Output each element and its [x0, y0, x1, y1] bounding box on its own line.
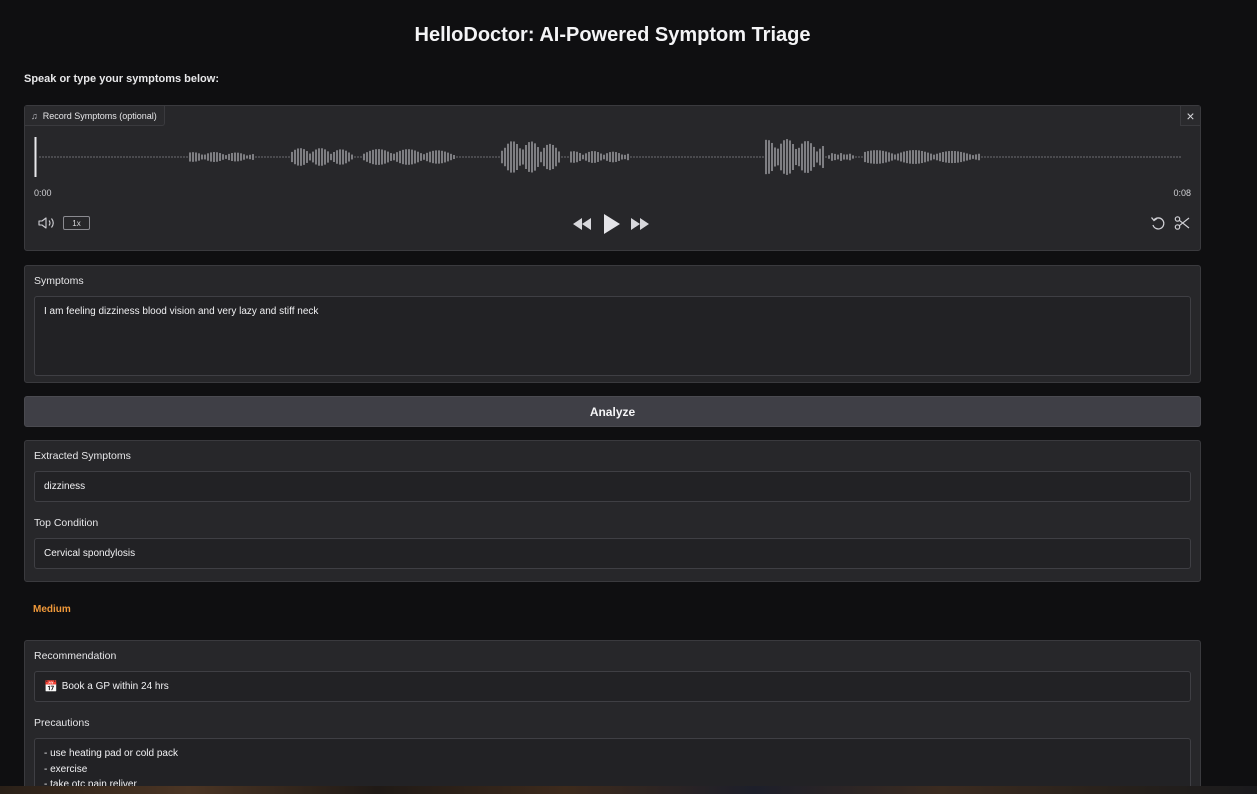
background-strip: [0, 786, 1257, 794]
playback-speed-button[interactable]: 1x: [63, 216, 90, 230]
scissors-icon[interactable]: [1174, 215, 1190, 231]
recommendation-label: Recommendation: [34, 650, 117, 662]
music-note-icon: ♫: [31, 110, 38, 121]
audio-label-text: Record Symptoms (optional): [42, 110, 157, 121]
transport-controls: [572, 212, 650, 236]
page-title: HelloDoctor: AI-Powered Symptom Triage: [414, 24, 811, 46]
results-panel: Extracted Symptoms dizziness Top Conditi…: [24, 440, 1201, 582]
symptoms-panel: Symptoms I am feeling dizziness blood vi…: [24, 265, 1201, 383]
precautions-label: Precautions: [34, 717, 90, 729]
top-condition-label: Top Condition: [34, 517, 99, 529]
recommendation-panel: Recommendation 📅 Book a GP within 24 hrs…: [24, 640, 1201, 794]
calendar-icon: 📅: [44, 681, 58, 693]
edit-tools: [1150, 215, 1190, 231]
time-start: 0:00: [34, 188, 52, 198]
recommendation-output[interactable]: 📅 Book a GP within 24 hrs: [34, 671, 1191, 702]
undo-icon[interactable]: [1150, 215, 1166, 231]
severity-badge: Medium: [33, 604, 71, 615]
audio-waveform[interactable]: [34, 135, 1189, 179]
symptoms-textarea[interactable]: I am feeling dizziness blood vision and …: [34, 296, 1191, 376]
analyze-button[interactable]: Analyze: [24, 396, 1201, 427]
volume-icon[interactable]: [38, 216, 56, 230]
top-condition-output[interactable]: Cervical spondylosis: [34, 538, 1191, 569]
extracted-symptoms-label: Extracted Symptoms: [34, 450, 131, 462]
play-icon[interactable]: [601, 213, 621, 235]
instructions-text: Speak or type your symptoms below:: [24, 73, 219, 85]
recommendation-text: Book a GP within 24 hrs: [61, 681, 169, 692]
precaution-item: - use heating pad or cold pack: [44, 748, 178, 759]
close-icon[interactable]: ×: [1180, 106, 1200, 126]
audio-recorder: ♫ Record Symptoms (optional) × 0:00 0:08…: [24, 105, 1201, 251]
extracted-symptoms-output[interactable]: dizziness: [34, 471, 1191, 502]
precaution-item: - exercise: [44, 763, 88, 775]
app-root: HelloDoctor: AI-Powered Symptom Triage S…: [24, 0, 1201, 794]
rewind-icon[interactable]: [572, 217, 592, 231]
audio-controls: 1x: [25, 212, 1200, 236]
symptoms-label: Symptoms: [34, 275, 84, 287]
audio-label: ♫ Record Symptoms (optional): [25, 106, 165, 126]
time-end: 0:08: [1173, 188, 1191, 198]
fast-forward-icon[interactable]: [630, 217, 650, 231]
